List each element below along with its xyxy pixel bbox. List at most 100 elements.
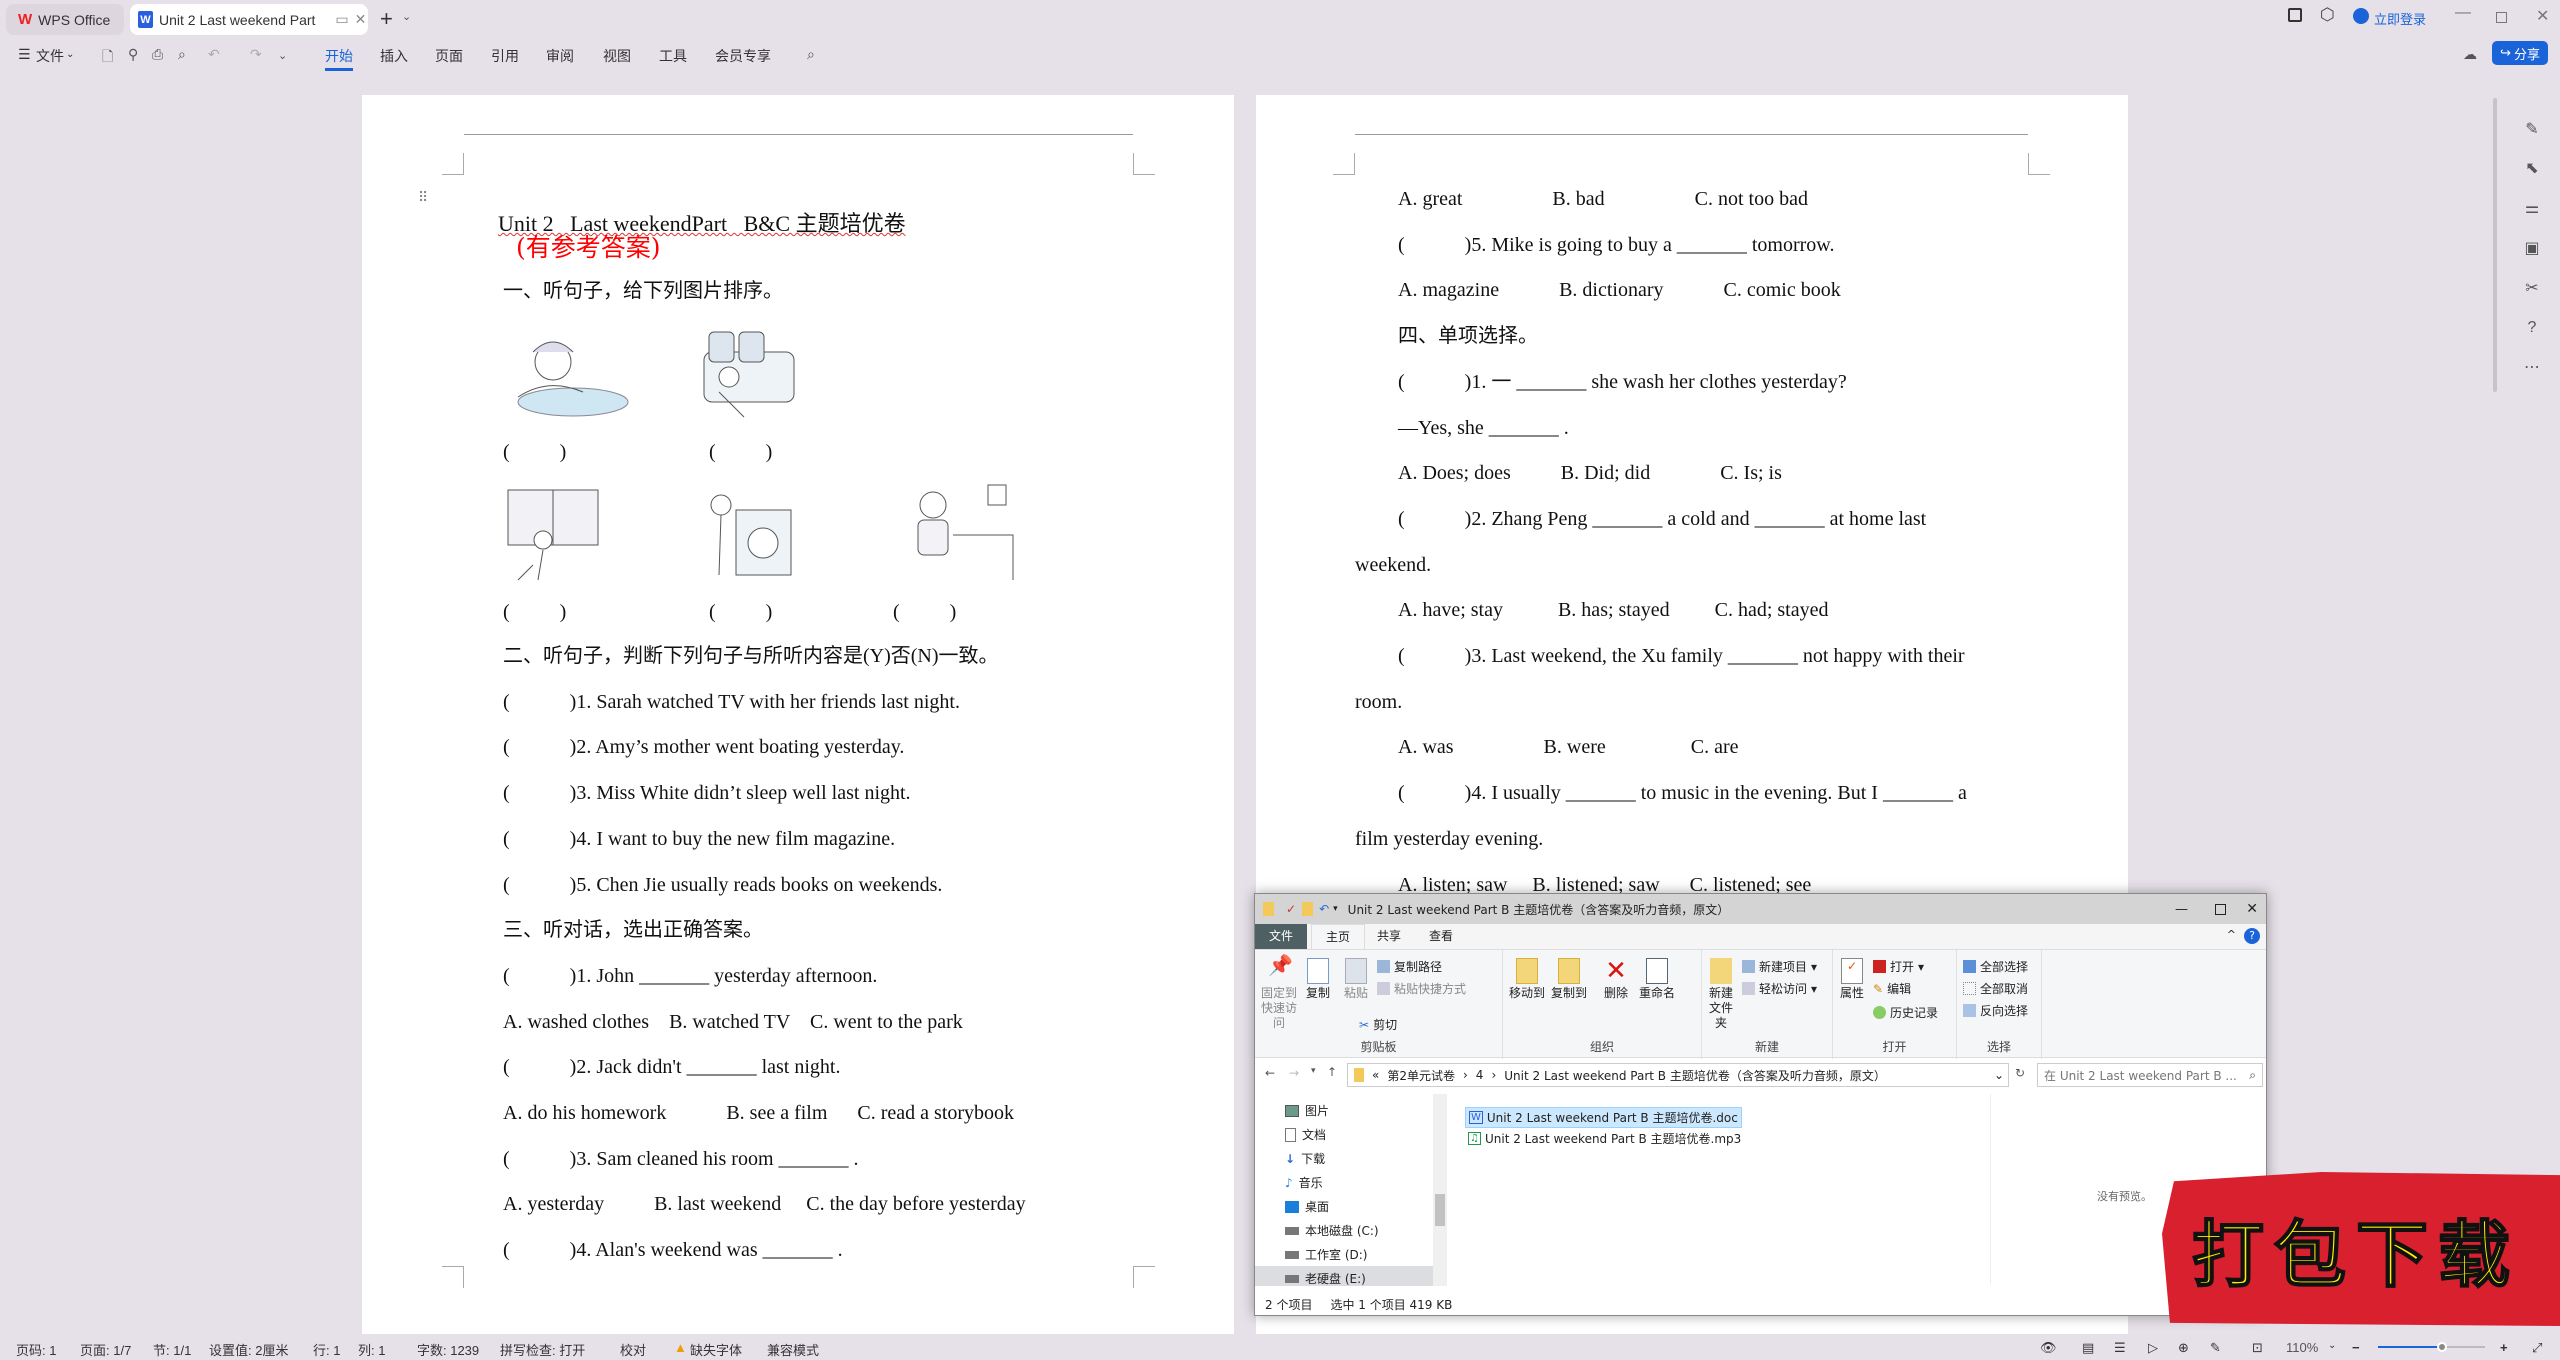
nav-item-downloads[interactable]: ↓ 下载 xyxy=(1285,1150,1325,1167)
collapse-ribbon-icon[interactable]: ^ xyxy=(2227,928,2236,941)
nav-item-music[interactable]: ♪ 音乐 xyxy=(1285,1174,1323,1191)
status-spellcheck[interactable]: 拼写检查: 打开 xyxy=(500,1340,585,1359)
zoom-out-icon[interactable]: − xyxy=(2352,1340,2360,1355)
picture-answer-paren[interactable]: ( ) xyxy=(893,600,956,624)
up-arrow-icon[interactable]: ↑ xyxy=(1327,1065,1337,1079)
ribbon-tab[interactable]: 会员专享 xyxy=(715,46,771,66)
zoom-in-icon[interactable]: + xyxy=(2500,1340,2508,1355)
status-setting[interactable]: 设置值: 2厘米 xyxy=(209,1340,288,1359)
status-proofread[interactable]: 校对 xyxy=(620,1340,646,1359)
invert-selection-button[interactable]: 反向选择 xyxy=(1963,1002,2028,1019)
properties-quick-icon[interactable]: ✓ xyxy=(1286,902,1296,916)
user-avatar-icon[interactable] xyxy=(2353,8,2369,24)
nav-item-drive-c[interactable]: 本地磁盘 (C:) xyxy=(1285,1222,1379,1239)
breadcrumb-item[interactable]: Unit 2 Last weekend Part B 主题培优卷（含答案及听力音… xyxy=(1504,1067,1886,1084)
search-icon[interactable]: ⌕ xyxy=(807,46,815,63)
status-row[interactable]: 行: 1 xyxy=(313,1340,340,1359)
select-all-button[interactable]: 全部选择 xyxy=(1963,958,2028,975)
nav-scrollbar-thumb[interactable] xyxy=(1435,1194,1445,1226)
status-word-count[interactable]: 字数: 1239 xyxy=(417,1340,479,1359)
web-view-icon[interactable]: ⊕ xyxy=(2178,1340,2189,1356)
monitor-icon[interactable]: ▭ xyxy=(335,11,348,28)
ribbon-tab[interactable]: 插入 xyxy=(380,46,408,66)
rename-button[interactable]: 重命名 xyxy=(1637,958,1677,1001)
more-chevron-icon[interactable]: ⌄ xyxy=(278,49,287,62)
explorer-tab-share[interactable]: 共享 xyxy=(1363,924,1415,949)
more-icon[interactable]: ⋯ xyxy=(2520,356,2544,380)
cut-button[interactable]: ✂ 剪切 xyxy=(1359,1016,1397,1033)
new-folder-button[interactable]: 新建文件夹 xyxy=(1706,958,1736,1031)
open-button[interactable]: 打开 ▾ xyxy=(1873,958,1924,975)
print-preview-icon[interactable]: ⌕ xyxy=(178,46,186,63)
refresh-icon[interactable]: ↻ xyxy=(2015,1066,2025,1080)
fit-page-icon[interactable]: ⊡ xyxy=(2252,1340,2263,1356)
tools-icon[interactable]: ✂ xyxy=(2520,277,2544,301)
close-tab-icon[interactable]: ✕ xyxy=(355,11,367,28)
print-icon[interactable]: ⎙ xyxy=(152,46,163,63)
redo-icon[interactable]: ↷ xyxy=(250,46,262,63)
comment-cloud-icon[interactable]: ☁ xyxy=(2463,46,2477,63)
close-window-icon[interactable]: ✕ xyxy=(2536,6,2549,26)
easy-access-button[interactable]: 轻松访问 ▾ xyxy=(1742,980,1817,997)
file-item-doc[interactable]: W Unit 2 Last weekend Part B 主题培优卷.doc xyxy=(1465,1107,1742,1128)
breadcrumb-separator-icon[interactable]: › xyxy=(1491,1068,1496,1082)
ribbon-tab[interactable]: 引用 xyxy=(491,46,519,66)
picture-answer-paren[interactable]: ( ) xyxy=(503,600,566,624)
address-bar[interactable]: « 第2单元试卷 › 4 › Unit 2 Last weekend Part B … xyxy=(1347,1063,2009,1087)
new-folder-quick-icon[interactable] xyxy=(1302,902,1314,916)
pen-icon[interactable]: ✎ xyxy=(2210,1340,2221,1356)
move-to-button[interactable]: 移动到 xyxy=(1507,958,1547,1001)
file-item-mp3[interactable]: ♫ Unit 2 Last weekend Part B 主题培优卷.mp3 xyxy=(1465,1129,1744,1148)
breadcrumb-overflow[interactable]: « xyxy=(1372,1068,1379,1082)
select-none-button[interactable]: 全部取消 xyxy=(1963,980,2028,997)
explorer-tab-file[interactable]: 文件 xyxy=(1255,924,1308,949)
customize-chevron-icon[interactable]: ▾ xyxy=(1333,904,1338,914)
zoom-level[interactable]: 110% xyxy=(2286,1340,2318,1355)
select-cursor-icon[interactable]: ⬉ xyxy=(2520,157,2544,181)
status-section[interactable]: 节: 1/1 xyxy=(153,1340,191,1359)
tab-wps-office[interactable]: W WPS Office xyxy=(6,4,124,35)
explorer-tab-home[interactable]: 主页 xyxy=(1311,924,1366,949)
minimize-icon[interactable]: — xyxy=(2455,4,2471,22)
history-button[interactable]: 历史记录 xyxy=(1873,1004,1938,1021)
paste-shortcut-button[interactable]: 粘贴快捷方式 xyxy=(1377,980,1466,997)
picture-answer-paren[interactable]: ( ) xyxy=(709,440,772,464)
fullscreen-icon[interactable]: ⤢ xyxy=(2532,1340,2542,1356)
status-column[interactable]: 列: 1 xyxy=(358,1340,385,1359)
ribbon-tab[interactable]: 工具 xyxy=(659,46,687,66)
back-arrow-icon[interactable]: ← xyxy=(1265,1066,1275,1080)
paste-button[interactable]: 粘贴 xyxy=(1341,958,1371,1001)
picture-answer-paren[interactable]: ( ) xyxy=(709,600,772,624)
outline-view-icon[interactable]: ☰ xyxy=(2114,1340,2126,1356)
help-icon[interactable]: ? xyxy=(2244,928,2260,944)
status-missing-fonts[interactable]: 缺失字体 xyxy=(690,1340,742,1359)
nav-item-pictures[interactable]: 图片 xyxy=(1285,1102,1329,1119)
zoom-dropdown-icon[interactable]: ⌄ xyxy=(2328,1340,2336,1351)
nav-item-documents[interactable]: 文档 xyxy=(1285,1126,1326,1143)
share-file-icon[interactable]: ⚲ xyxy=(128,46,138,63)
restore-icon[interactable] xyxy=(2496,12,2507,23)
status-page-count[interactable]: 页面: 1/7 xyxy=(80,1340,131,1359)
status-page-number[interactable]: 页码: 1 xyxy=(16,1340,56,1359)
address-dropdown-icon[interactable]: ⌄ xyxy=(1994,1068,2004,1082)
chevron-down-icon[interactable]: ⌄ xyxy=(402,10,411,23)
ribbon-tab[interactable]: 页面 xyxy=(435,46,463,66)
zoom-slider[interactable] xyxy=(2378,1342,2485,1352)
page-view-icon[interactable]: ▤ xyxy=(2082,1340,2094,1356)
copy-path-button[interactable]: 复制路径 xyxy=(1377,958,1442,975)
pen-icon[interactable]: ✎ xyxy=(2520,118,2544,142)
tab-document[interactable]: W Unit 2 Last weekend Part ▭ ✕ xyxy=(130,4,368,35)
nav-item-drive-e[interactable]: 老硬盘 (E:) xyxy=(1285,1270,1366,1286)
menu-icon[interactable]: ☰ xyxy=(18,46,31,63)
eye-icon[interactable]: 👁 xyxy=(2040,1340,2057,1356)
maximize-icon[interactable] xyxy=(2215,903,2226,915)
chevron-down-icon[interactable]: ⌄ xyxy=(66,49,74,60)
drag-handle-icon[interactable]: ⠿ xyxy=(418,189,428,206)
undo-icon[interactable]: ↶ xyxy=(208,46,220,63)
breadcrumb-separator-icon[interactable]: › xyxy=(1463,1068,1468,1082)
play-icon[interactable]: ▷ xyxy=(2148,1340,2158,1356)
save-icon[interactable]: 🗋 xyxy=(102,46,113,70)
forward-arrow-icon[interactable]: → xyxy=(1289,1066,1299,1080)
new-tab-plus-icon[interactable]: + xyxy=(380,6,393,32)
delete-button[interactable]: ✕ 删除 xyxy=(1599,958,1633,1001)
